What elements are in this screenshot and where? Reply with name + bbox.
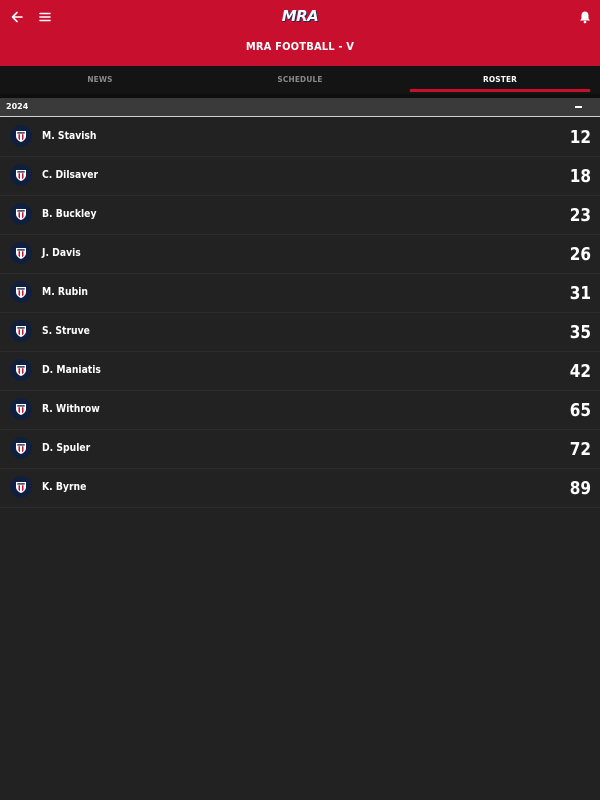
roster-year-label: 2024 (6, 102, 29, 111)
back-arrow-icon[interactable] (6, 6, 28, 28)
roster-row[interactable]: D. Spuler 72 (0, 430, 600, 469)
player-number: 35 (569, 322, 591, 343)
player-number: 23 (569, 205, 591, 226)
top-app-bar: MRA MRA FOOTBALL - V (0, 0, 600, 66)
roster-row[interactable]: J. Davis 26 (0, 235, 600, 274)
player-name: K. Byrne (42, 481, 87, 493)
roster-row[interactable]: D. Maniatis 42 (0, 352, 600, 391)
mra-logo: MRA (281, 7, 319, 25)
player-name: J. Davis (42, 247, 81, 259)
roster-row[interactable]: K. Byrne 89 (0, 469, 600, 508)
tab-news[interactable]: NEWS (8, 66, 192, 94)
player-number: 31 (569, 283, 591, 304)
team-shield-icon (10, 398, 32, 420)
player-name: M. Stavish (42, 130, 97, 142)
player-name: C. Dilsaver (42, 169, 99, 181)
roster-row[interactable]: R. Withrow 65 (0, 391, 600, 430)
bell-icon[interactable] (574, 6, 596, 28)
roster-row[interactable]: M. Rubin 31 (0, 274, 600, 313)
player-name: R. Withrow (42, 403, 100, 415)
team-shield-icon (10, 476, 32, 498)
team-shield-icon (10, 437, 32, 459)
roster-list: M. Stavish 12 C. Dilsaver 18 B. Buckley 23 J. … (0, 118, 600, 508)
player-number: 12 (569, 127, 591, 148)
team-shield-icon (10, 242, 32, 264)
player-name: D. Maniatis (42, 364, 101, 376)
team-shield-icon (10, 320, 32, 342)
team-shield-icon (10, 203, 32, 225)
team-shield-icon (10, 281, 32, 303)
page-title: MRA FOOTBALL - V (245, 40, 355, 53)
tab-schedule[interactable]: SCHEDULE (208, 66, 392, 94)
roster-row[interactable]: B. Buckley 23 (0, 196, 600, 235)
tab-roster[interactable]: ROSTER (408, 66, 592, 94)
minus-icon[interactable] (575, 106, 582, 108)
player-number: 89 (569, 478, 591, 499)
team-shield-icon (10, 125, 32, 147)
player-number: 65 (569, 400, 591, 421)
player-number: 42 (569, 361, 591, 382)
player-name: D. Spuler (42, 442, 91, 454)
roster-row[interactable]: M. Stavish 12 (0, 118, 600, 157)
player-name: B. Buckley (42, 208, 97, 220)
player-number: 72 (569, 439, 591, 460)
hamburger-menu-icon[interactable] (34, 6, 56, 28)
player-name: S. Struve (42, 325, 90, 337)
roster-row[interactable]: C. Dilsaver 18 (0, 157, 600, 196)
roster-year-header[interactable]: 2024 (0, 98, 600, 117)
team-shield-icon (10, 164, 32, 186)
player-number: 18 (569, 166, 591, 187)
team-shield-icon (10, 359, 32, 381)
player-name: M. Rubin (42, 286, 88, 298)
player-number: 26 (569, 244, 591, 265)
roster-row[interactable]: S. Struve 35 (0, 313, 600, 352)
tab-bar: NEWS SCHEDULE ROSTER (0, 66, 600, 94)
